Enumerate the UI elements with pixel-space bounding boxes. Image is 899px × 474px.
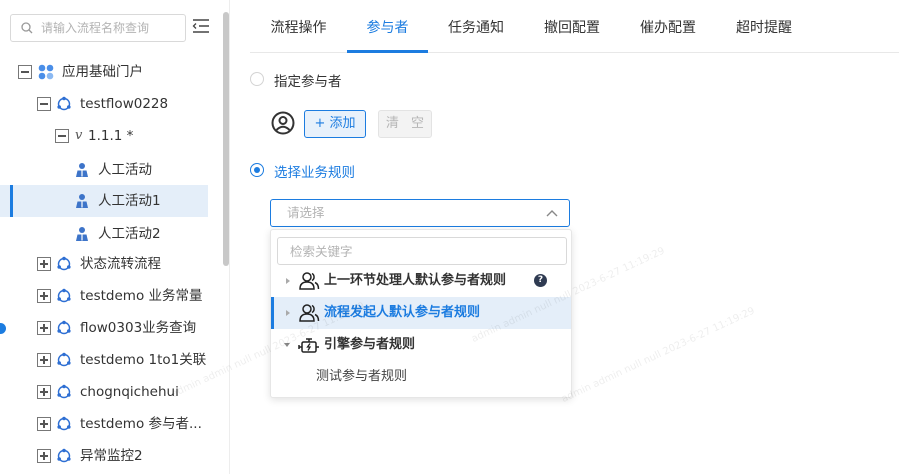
tree-node-label: flow0303业务查询 bbox=[80, 320, 197, 336]
expand-toggle-icon[interactable] bbox=[37, 353, 51, 367]
radio-label-specified: 指定参与者 bbox=[274, 74, 342, 90]
collapse-toggle-icon[interactable] bbox=[18, 65, 32, 79]
person-activity-icon bbox=[76, 163, 88, 177]
tree-node-activity-2[interactable]: 人工活动2 bbox=[0, 218, 208, 250]
tree-node-label: 1.1.1 * bbox=[88, 128, 134, 144]
dropdown-search-input[interactable] bbox=[290, 242, 560, 260]
process-search-input[interactable] bbox=[41, 19, 181, 37]
dropdown-item-initiator-rule[interactable]: 流程发起人默认参与者规则 bbox=[271, 297, 571, 329]
tree-node-flow[interactable]: 状态流转流程 bbox=[0, 248, 208, 280]
flow-cycle-icon bbox=[57, 384, 71, 399]
flow-cycle-icon bbox=[57, 288, 71, 303]
tab-withdraw-config[interactable]: 撤回配置 bbox=[524, 0, 620, 53]
business-rule-dropdown: 上一环节处理人默认参与者规则 ? 流程发起人默认参与者规则 引擎参与者规则 测试… bbox=[270, 229, 572, 398]
tree-node-flow[interactable]: testdemo 1to1关联 bbox=[0, 344, 208, 376]
tree-node-testflow0228[interactable]: testflow0228 bbox=[0, 88, 208, 120]
flow-cycle-icon bbox=[57, 256, 71, 271]
tab-process-operation[interactable]: 流程操作 bbox=[250, 0, 347, 53]
users-icon bbox=[299, 272, 320, 290]
tree-node-label: 人工活动 bbox=[98, 162, 152, 178]
dropdown-item-engine-rule[interactable]: 引擎参与者规则 bbox=[271, 329, 571, 361]
flow-cycle-icon bbox=[57, 352, 71, 367]
tree-node-label: testflow0228 bbox=[80, 96, 169, 112]
dropdown-item-label: 上一环节处理人默认参与者规则 bbox=[324, 273, 507, 288]
person-activity-icon bbox=[76, 194, 88, 208]
process-tree-sidebar: 应用基础门户 testflow0228 v 1.1.1 * 人工活动 人工活动1 bbox=[0, 0, 230, 474]
collapse-sidebar-icon[interactable] bbox=[192, 18, 210, 34]
expand-toggle-icon[interactable] bbox=[37, 289, 51, 303]
tree-node-label: 人工活动2 bbox=[98, 226, 161, 242]
tab-urge-config[interactable]: 催办配置 bbox=[620, 0, 716, 53]
select-placeholder: 请选择 bbox=[287, 205, 325, 220]
dropdown-item-label: 测试参与者规则 bbox=[316, 369, 408, 384]
tree-node-label: chognqichehui bbox=[80, 384, 179, 400]
add-participant-button[interactable]: + 添加 bbox=[304, 110, 366, 138]
tree-node-label: 应用基础门户 bbox=[62, 64, 143, 80]
tree-node-app-portal[interactable]: 应用基础门户 bbox=[0, 56, 208, 88]
dropdown-item-test-rule[interactable]: 测试参与者规则 bbox=[271, 361, 571, 393]
flow-cycle-icon bbox=[57, 96, 71, 111]
radio-label-business-rule: 选择业务规则 bbox=[274, 165, 355, 181]
person-activity-icon bbox=[76, 227, 88, 241]
help-icon[interactable]: ? bbox=[534, 274, 547, 287]
radio-business-rule[interactable] bbox=[250, 163, 264, 177]
tab-timeout-reminder[interactable]: 超时提醒 bbox=[716, 0, 812, 53]
flow-cycle-icon bbox=[57, 448, 71, 463]
tree-node-label: 异常监控2 bbox=[80, 448, 143, 464]
collapse-toggle-icon[interactable] bbox=[55, 129, 69, 143]
tree-node-version[interactable]: v 1.1.1 * bbox=[0, 120, 208, 152]
sidebar-divider bbox=[229, 0, 230, 474]
caret-right-icon[interactable] bbox=[284, 277, 292, 285]
caret-down-icon[interactable] bbox=[283, 341, 291, 349]
tree-node-flow[interactable]: testdemo 参与者... bbox=[0, 408, 208, 440]
expand-toggle-icon[interactable] bbox=[37, 385, 51, 399]
user-circle-icon bbox=[271, 111, 295, 135]
watermark: admin admin null null 2023-6-27 11:19:29 bbox=[560, 305, 757, 405]
tree-node-label: testdemo 1to1关联 bbox=[80, 352, 207, 368]
caret-right-icon[interactable] bbox=[284, 309, 292, 317]
tree-node-label: testdemo 参与者... bbox=[80, 416, 202, 432]
clear-participant-button[interactable]: 清 空 bbox=[378, 110, 432, 138]
tab-participants[interactable]: 参与者 bbox=[347, 0, 428, 53]
expand-toggle-icon[interactable] bbox=[37, 417, 51, 431]
business-rule-select[interactable]: 请选择 bbox=[270, 199, 570, 227]
tab-task-notification[interactable]: 任务通知 bbox=[428, 0, 524, 53]
tree-node-activity-1[interactable]: 人工活动1 bbox=[0, 185, 208, 217]
flow-cycle-icon bbox=[57, 320, 71, 335]
active-tab-indicator bbox=[347, 50, 428, 53]
dropdown-item-prev-handler-rule[interactable]: 上一环节处理人默认参与者规则 ? bbox=[271, 265, 571, 297]
expand-toggle-icon[interactable] bbox=[37, 257, 51, 271]
chevron-up-icon bbox=[546, 210, 558, 217]
engine-icon bbox=[298, 338, 319, 353]
collapse-toggle-icon[interactable] bbox=[37, 97, 51, 111]
version-prefix: v bbox=[75, 128, 83, 143]
config-tabs: 流程操作 参与者 任务通知 撤回配置 催办配置 超时提醒 bbox=[250, 0, 899, 53]
process-search-box[interactable] bbox=[10, 14, 186, 42]
expand-toggle-icon[interactable] bbox=[37, 449, 51, 463]
tree-node-flow[interactable]: testdemo 业务常量 bbox=[0, 280, 208, 312]
dropdown-item-label: 流程发起人默认参与者规则 bbox=[324, 305, 481, 320]
flow-cycle-icon bbox=[57, 416, 71, 431]
search-icon bbox=[21, 22, 33, 34]
tree-node-label: 人工活动1 bbox=[98, 193, 161, 209]
app-grid-icon bbox=[38, 64, 54, 80]
tree-node-label: testdemo 业务常量 bbox=[80, 288, 203, 304]
users-icon bbox=[299, 304, 320, 322]
tree-node-flow[interactable]: 异常监控2 bbox=[0, 440, 208, 472]
tree-node-label: 状态流转流程 bbox=[80, 256, 161, 272]
tree-node-activity[interactable]: 人工活动 bbox=[0, 154, 208, 186]
expand-toggle-icon[interactable] bbox=[37, 321, 51, 335]
dropdown-search-box[interactable] bbox=[277, 237, 567, 265]
tree-node-flow[interactable]: chognqichehui bbox=[0, 376, 208, 408]
tree-node-flow[interactable]: flow0303业务查询 bbox=[0, 312, 208, 344]
radio-specified-participants[interactable] bbox=[250, 72, 264, 86]
dropdown-item-label: 引擎参与者规则 bbox=[324, 337, 416, 352]
